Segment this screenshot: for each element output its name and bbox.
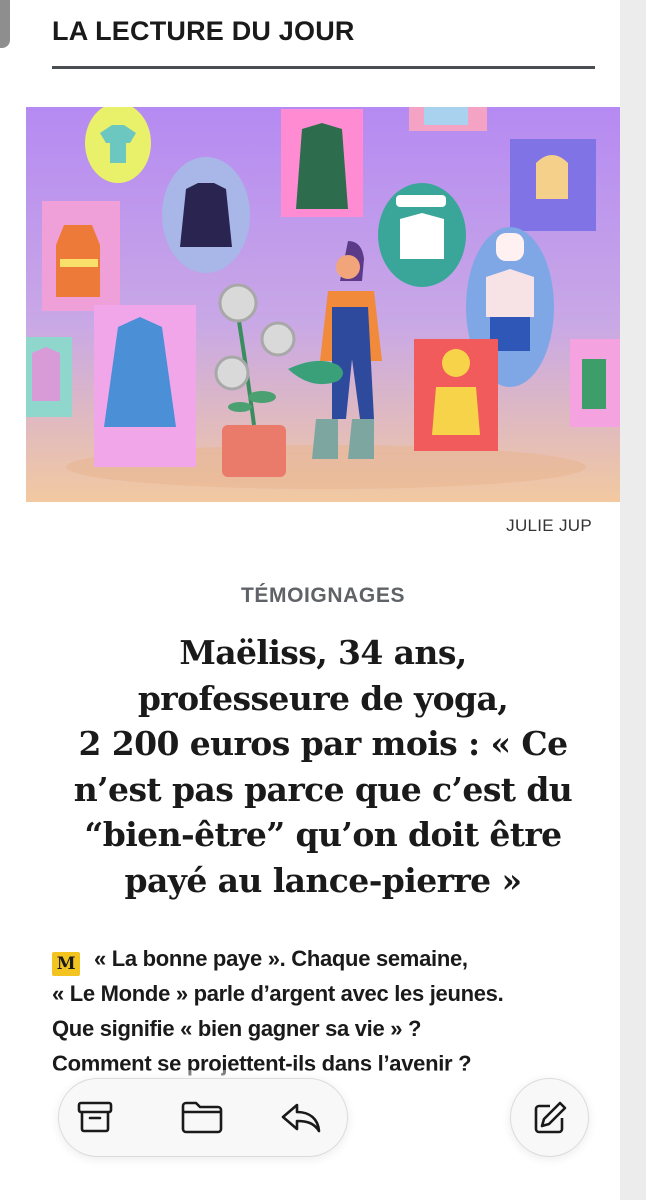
compose-button[interactable]	[510, 1078, 589, 1157]
headline-line: 2 200 euros par mois : « Ce	[78, 724, 569, 763]
article-intro: M « La bonne paye ». Chaque semaine, « Le…	[52, 941, 600, 1081]
scroll-edge	[0, 0, 10, 48]
le-monde-logo-icon: M	[52, 952, 80, 976]
compose-icon	[534, 1101, 566, 1133]
image-credit: JULIE JUP	[506, 516, 592, 535]
article-kicker: TÉMOIGNAGES	[240, 584, 406, 607]
newsletter-title: LA LECTURE DU JOUR	[52, 16, 355, 46]
move-to-folder-button[interactable]	[180, 1095, 224, 1139]
headline-line: Maëliss, 34 ans,	[179, 633, 467, 672]
newsletter-header: LA LECTURE DU JOUR	[52, 14, 595, 69]
archive-button[interactable]	[73, 1095, 117, 1139]
article-illustration[interactable]	[26, 107, 620, 502]
reply-icon	[281, 1103, 321, 1133]
mail-reader-page: LA LECTURE DU JOUR JULIE JUP TÉMOIGNAGES…	[0, 0, 620, 1200]
headline-line: professeure de yoga,	[137, 678, 509, 718]
reply-button[interactable]	[279, 1095, 323, 1139]
headline-line: payé au lance-pierre »	[124, 860, 523, 900]
headline-line: “bien-être” qu’on doit être	[84, 815, 562, 854]
headline-line: n’est pas parce que c’est du	[73, 769, 573, 809]
illustration-graphic	[26, 107, 620, 502]
intro-line: Que signifie « bien gagner sa vie » ?	[52, 1016, 422, 1041]
folder-icon	[181, 1101, 223, 1134]
intro-line: M « La bonne paye ». Chaque semaine,	[52, 941, 600, 976]
intro-line-text: « La bonne paye ». Chaque semaine,	[94, 946, 468, 971]
article-headline[interactable]: Maëliss, 34 ans, professeure de yoga, 2 …	[36, 630, 610, 903]
archive-icon	[77, 1101, 113, 1133]
intro-line: « Le Monde » parle d’argent avec les jeu…	[52, 981, 504, 1006]
